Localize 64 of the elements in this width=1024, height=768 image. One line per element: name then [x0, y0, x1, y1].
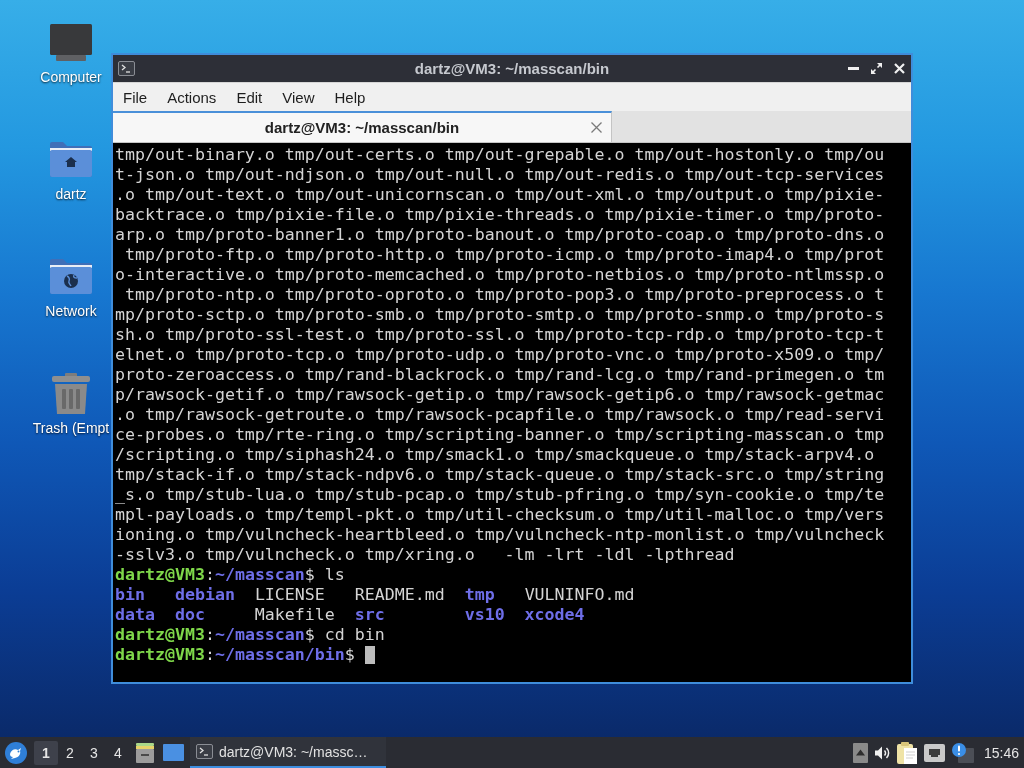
- workspace-button[interactable]: 1: [34, 740, 58, 765]
- terminal-output-line: mp/proto-sctp.o tmp/proto-smb.o tmp/proto-smtp.o tmp/proto-snmp.o tmp/proto-s: [115, 305, 886, 325]
- maximize-icon[interactable]: [871, 63, 882, 74]
- prompt-line: dartz@VM3:~/masscan$ cd bin: [115, 625, 385, 644]
- menu-item[interactable]: Help: [324, 85, 376, 109]
- network-port-icon[interactable]: [923, 743, 945, 762]
- directory-name: data: [115, 605, 155, 624]
- directory-name: vs10: [464, 605, 505, 624]
- menu-item[interactable]: Edit: [226, 85, 273, 109]
- speaker-icon[interactable]: [874, 745, 890, 760]
- terminal-output-line: tmp/out-binary.o tmp/out-certs.o tmp/out-grepable.o tmp/out-hostonly.o tmp/ou: [115, 145, 886, 165]
- file-name: VULNINFO.md: [524, 585, 635, 604]
- workspace-button[interactable]: 3: [82, 740, 106, 765]
- terminal-output-line: t-json.o tmp/out-ndjson.o tmp/out-null.o tmp/out-redis.o tmp/out-tcp-services: [115, 165, 886, 185]
- directory-name: tmp: [464, 585, 495, 604]
- window-title: dartz@VM3: ~/masscan/bin: [413, 60, 611, 77]
- terminal-output-line: o-interactive.o tmp/proto-memcached.o tmp/proto-netbios.o tmp/proto-ntlmssp.o: [115, 265, 886, 285]
- taskbar-button[interactable]: dartz@VM3: ~/massc…: [190, 737, 386, 768]
- file-name: LICENSE: [254, 585, 325, 604]
- prompt-line: dartz@VM3:~/masscan$ ls: [115, 565, 345, 584]
- terminal-output-line: p/rawsock-getif.o tmp/rawsock-getip.o tmp/rawsock-getip6.o tmp/rawsock-getmac: [115, 385, 886, 405]
- terminal-output-line: /scripting.o tmp/siphash24.o tmp/smack1.o tmp/smackqueue.o tmp/stack-arpv4.o: [115, 445, 876, 465]
- menu-item[interactable]: Actions: [157, 85, 227, 109]
- terminal-output-line: .o tmp/rawsock-getroute.o tmp/rawsock-pcapfile.o tmp/rawsock.o tmp/read-servi: [115, 405, 886, 425]
- directory-name: xcode4: [524, 605, 585, 624]
- prompt-line: dartz@VM3:~/masscan/bin$: [115, 645, 355, 664]
- directory-name: bin: [115, 585, 145, 604]
- terminal-output-line: tmp/proto-ntp.o tmp/proto-oproto.o tmp/proto-pop3.o tmp/proto-preprocess.o t: [124, 285, 886, 305]
- terminal-output-line: ce-probes.o tmp/rte-ring.o tmp/scripting-banner.o tmp/scripting-masscan.o tmp: [115, 425, 886, 445]
- desktop-icon-label[interactable]: Trash (Empt: [32, 419, 110, 437]
- directory-name: src: [354, 605, 385, 624]
- alert-icon[interactable]: [951, 742, 974, 763]
- terminal-output-line: arp.o tmp/proto-banner1.o tmp/proto-banout.o tmp/proto-coap.o tmp/proto-dns.o: [115, 225, 886, 245]
- terminal-output-line: _s.o tmp/stub-lua.o tmp/stub-pcap.o tmp/stub-pfring.o tmp/syn-cookie.o tmp/te: [115, 485, 886, 505]
- terminal-output-line: backtrace.o tmp/pixie-file.o tmp/pixie-threads.o tmp/pixie-timer.o tmp/proto-: [115, 205, 886, 225]
- logo-icon[interactable]: [5, 741, 27, 764]
- workspace-button[interactable]: 2: [58, 740, 82, 765]
- monitor-icon[interactable]: [50, 23, 92, 61]
- menu-item[interactable]: View: [272, 85, 325, 109]
- desktop-icon-label[interactable]: dartz: [55, 185, 87, 203]
- directory-name: debian: [174, 585, 235, 604]
- terminal-output-line: .o tmp/out-text.o tmp/out-unicornscan.o tmp/out-xml.o tmp/output.o tmp/pixie-: [115, 185, 886, 205]
- terminal-icon: [118, 61, 135, 76]
- terminal-output-line: tmp/stack-if.o tmp/stack-ndpv6.o tmp/stack-queue.o tmp/stack-src.o tmp/string: [115, 465, 886, 485]
- terminal-tab[interactable]: dartz@VM3: ~/masscan/bin: [113, 111, 612, 142]
- terminal-output-line: proto-zeroaccess.o tmp/rand-blackrock.o tmp/rand-lcg.o tmp/rand-primegen.o tm: [115, 365, 886, 385]
- terminal-icon: [196, 744, 213, 759]
- workspace-button[interactable]: 4: [106, 740, 130, 765]
- terminal-output-line: elnet.o tmp/proto-tcp.o tmp/proto-udp.o tmp/proto-vnc.o tmp/proto-x509.o tmp/: [115, 345, 886, 365]
- terminal-output-line: sh.o tmp/proto-ssl-test.o tmp/proto-ssl.o tmp/proto-tcp-rdp.o tmp/proto-tcp-t: [115, 325, 886, 345]
- home-folder-icon[interactable]: [50, 141, 92, 177]
- directory-name: doc: [174, 605, 205, 624]
- file-name: Makefile: [254, 605, 335, 624]
- terminal-output-line: mpl-payloads.o tmp/templ-pkt.o tmp/util-checksum.o tmp/util-malloc.o tmp/vers: [115, 505, 886, 525]
- menu-item[interactable]: File: [113, 85, 158, 109]
- file-name: README.md: [354, 585, 445, 604]
- clipboard-icon[interactable]: [896, 741, 917, 764]
- terminal-output-line: tmp/proto-ftp.o tmp/proto-http.o tmp/proto-icmp.o tmp/proto-imap4.o tmp/prot: [124, 245, 886, 265]
- desktop-icon-label[interactable]: Network: [45, 302, 97, 320]
- terminal-output-line: -sslv3.o tmp/vulncheck.o tmp/xring.o -lm -lrt -ldl -lpthread: [115, 545, 736, 565]
- file-cabinet-icon[interactable]: [136, 742, 154, 763]
- globe-folder-icon[interactable]: [50, 258, 92, 294]
- terminal-output-line: ioning.o tmp/vulncheck-heartbleed.o tmp/vulncheck-ntp-monlist.o tmp/vulncheck: [115, 525, 886, 545]
- clock-text[interactable]: 15:46: [983, 744, 1019, 761]
